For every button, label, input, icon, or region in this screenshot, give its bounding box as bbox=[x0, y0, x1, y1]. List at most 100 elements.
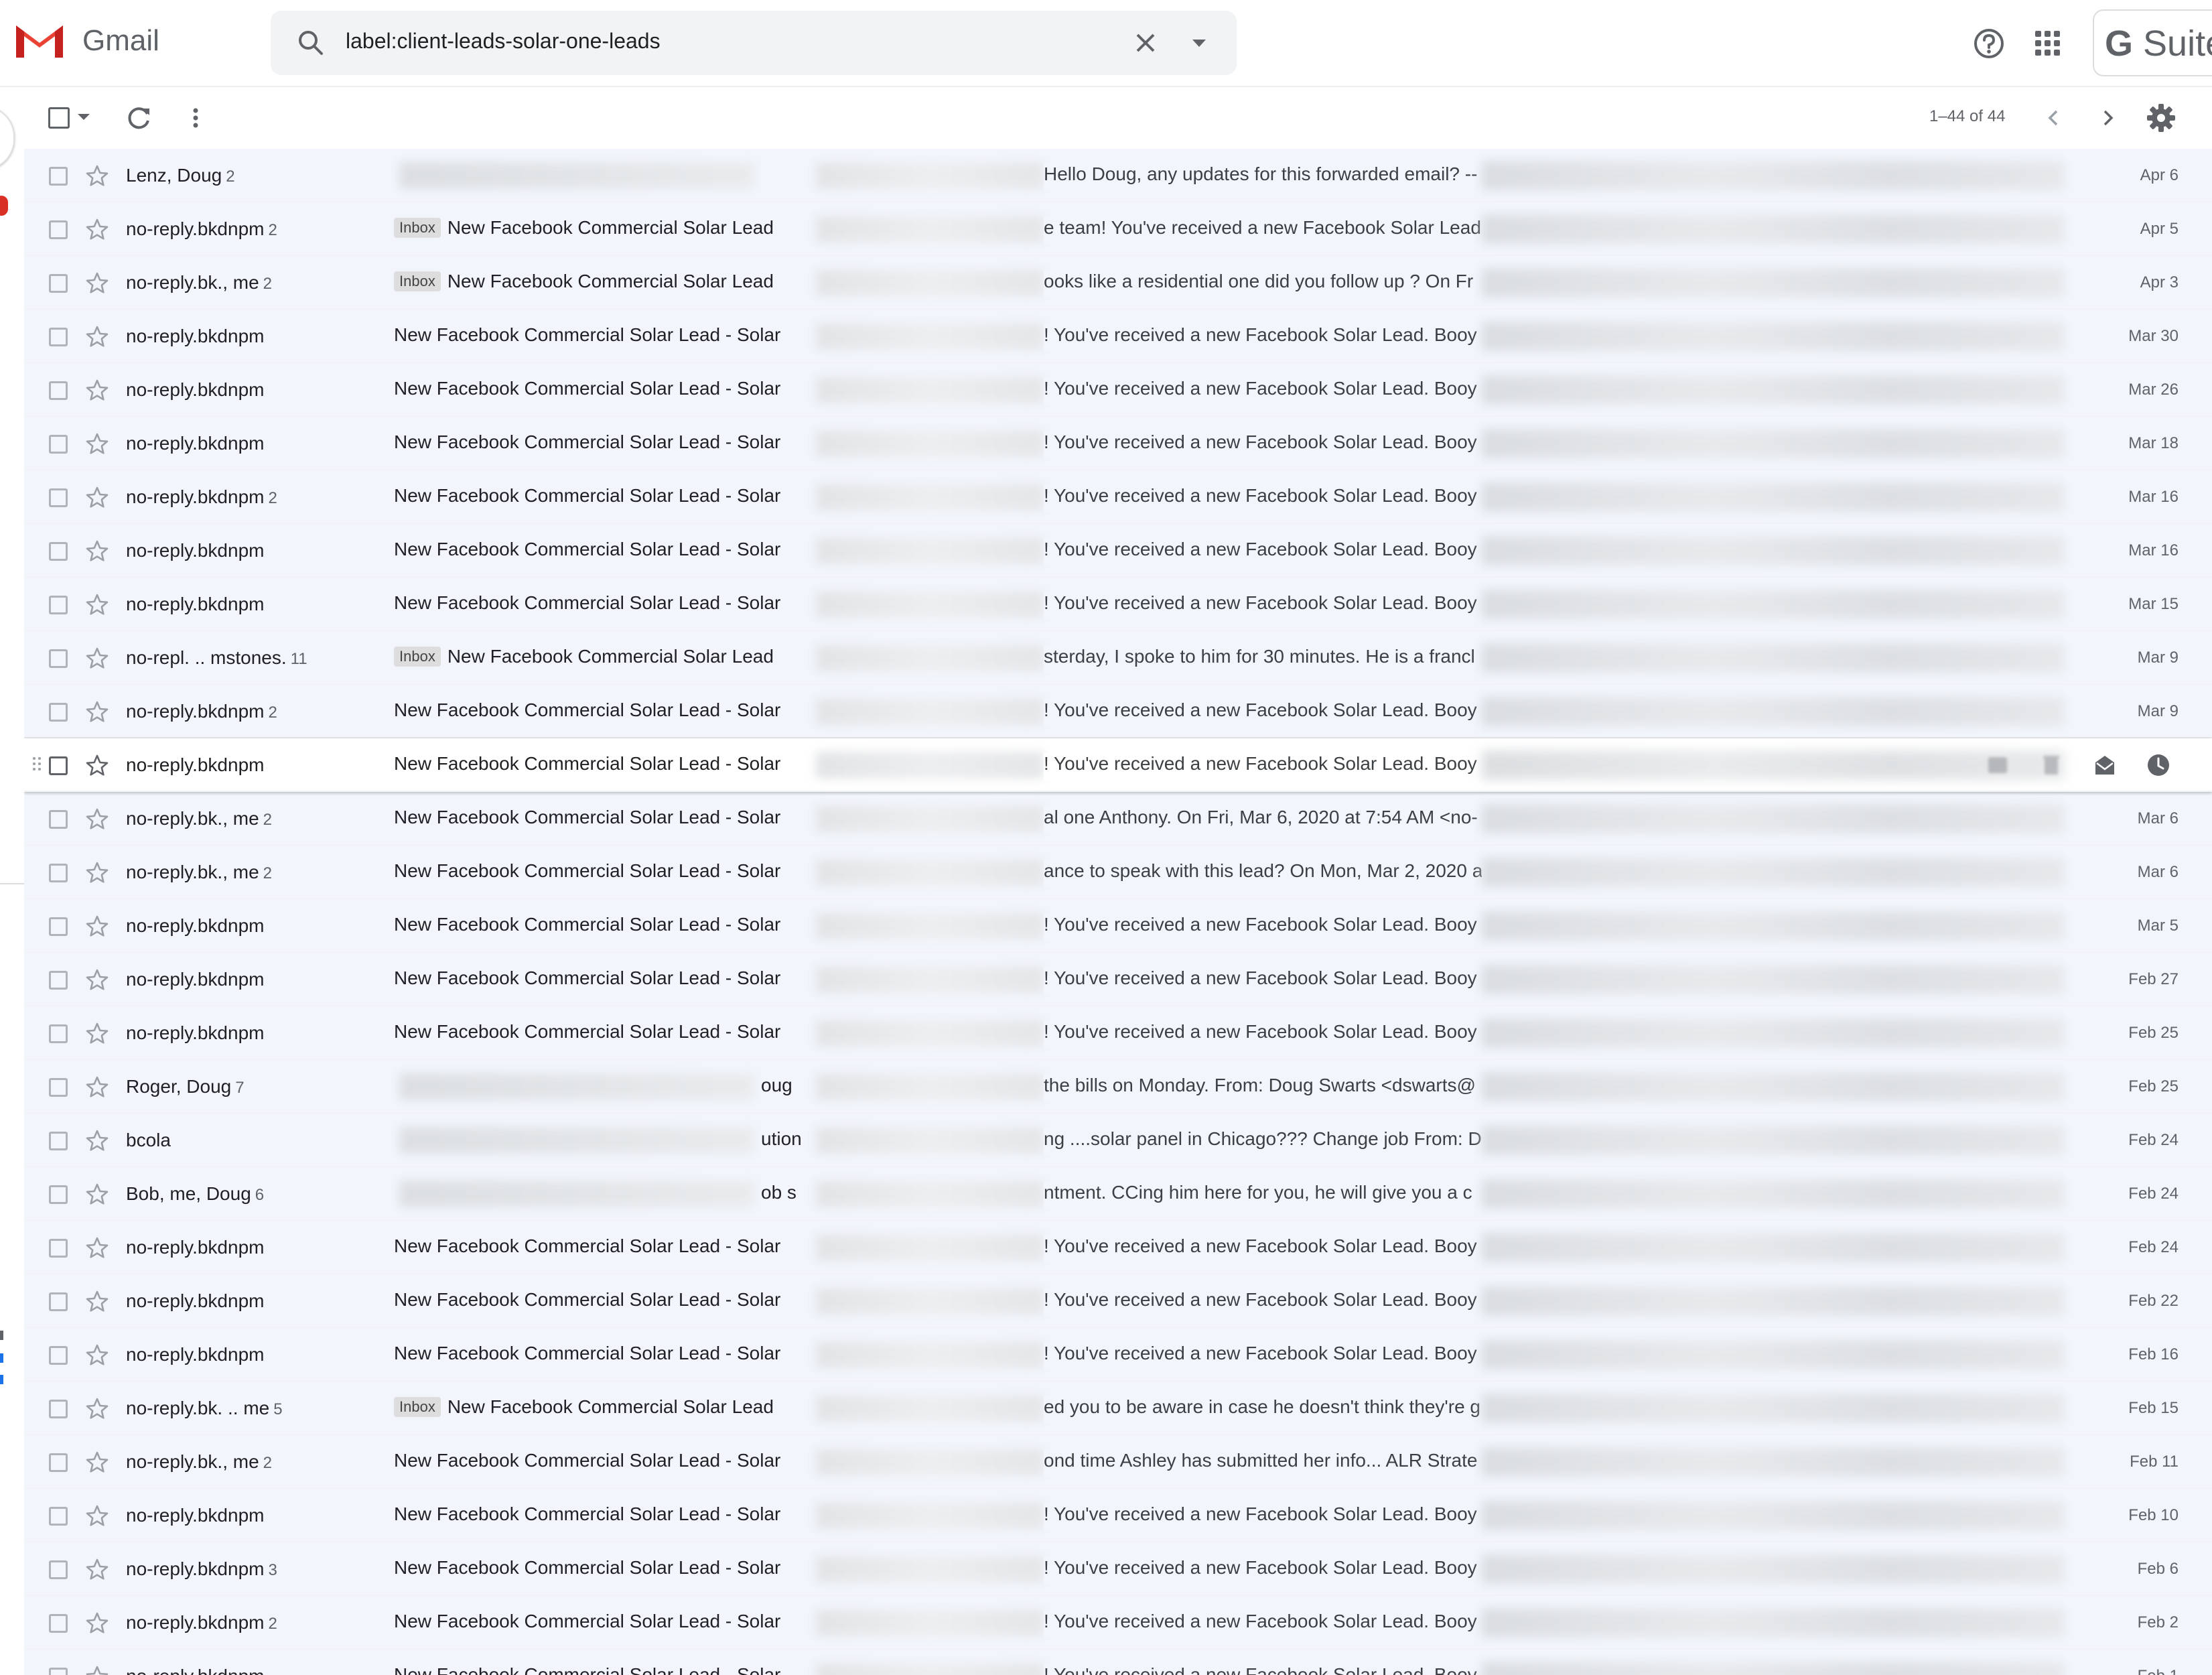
row-checkbox[interactable] bbox=[49, 810, 68, 829]
row-checkbox[interactable] bbox=[49, 1078, 68, 1097]
help-icon[interactable] bbox=[1972, 27, 2006, 60]
row-checkbox[interactable] bbox=[49, 703, 68, 722]
row-checkbox[interactable] bbox=[49, 167, 68, 186]
inbox-label-badge[interactable]: Inbox bbox=[394, 1397, 441, 1417]
email-row[interactable]: no-reply.bk., me 2 Inbox New Facebook Comme… bbox=[24, 256, 2212, 310]
star-icon[interactable] bbox=[84, 1664, 110, 1675]
select-all-checkbox[interactable] bbox=[48, 107, 70, 129]
gsuite-button[interactable]: G Suite bbox=[2093, 9, 2212, 76]
email-row[interactable]: no-reply.bkdnpm New Facebook Commercial S… bbox=[24, 1006, 2212, 1060]
row-checkbox[interactable] bbox=[49, 971, 68, 990]
star-icon[interactable] bbox=[84, 860, 110, 886]
snooze-clock-icon[interactable] bbox=[2145, 752, 2172, 779]
star-icon[interactable] bbox=[84, 1450, 110, 1475]
star-icon[interactable] bbox=[84, 271, 110, 296]
star-icon[interactable] bbox=[84, 1021, 110, 1047]
apps-grid-icon[interactable] bbox=[2032, 28, 2063, 59]
chevron-left-icon[interactable] bbox=[2041, 105, 2067, 131]
row-checkbox[interactable] bbox=[49, 220, 68, 239]
email-row[interactable]: no-reply.bkdnpm New Facebook Commercial S… bbox=[24, 310, 2212, 363]
email-row[interactable]: no-reply.bkdnpm New Facebook Commercial S… bbox=[24, 524, 2212, 578]
star-icon[interactable] bbox=[84, 1075, 110, 1100]
row-checkbox[interactable] bbox=[49, 1560, 68, 1579]
row-checkbox[interactable] bbox=[49, 1132, 68, 1150]
inbox-label-badge[interactable]: Inbox bbox=[394, 271, 441, 291]
email-row[interactable]: no-reply.bkdnpm 2 New Facebook Commercial … bbox=[24, 470, 2212, 524]
row-checkbox[interactable] bbox=[49, 1239, 68, 1258]
search-bar[interactable]: label:client-leads-solar-one-leads bbox=[271, 11, 1237, 75]
drag-handle-icon[interactable] bbox=[32, 756, 42, 775]
email-row[interactable]: no-reply.bkdnpm 3 New Facebook Commercial … bbox=[24, 1542, 2212, 1596]
refresh-icon[interactable] bbox=[125, 103, 154, 133]
star-icon[interactable] bbox=[84, 967, 110, 993]
sidebar-link-fragment[interactable] bbox=[0, 1375, 3, 1384]
inbox-label-badge[interactable]: Inbox bbox=[394, 218, 441, 238]
gmail-brand-text[interactable]: Gmail bbox=[82, 24, 159, 58]
email-row[interactable]: no-reply.bkdnpm New Facebook Commercial S… bbox=[24, 1274, 2212, 1328]
star-icon[interactable] bbox=[84, 1396, 110, 1422]
email-row[interactable]: no-reply.bkdnpm New Facebook Commercial S… bbox=[24, 1328, 2212, 1382]
row-checkbox[interactable] bbox=[49, 1453, 68, 1472]
row-checkbox[interactable] bbox=[49, 542, 68, 561]
email-row[interactable]: no-reply.bkdnpm New Facebook Commercial S… bbox=[24, 953, 2212, 1006]
inbox-label-badge[interactable]: Inbox bbox=[394, 647, 441, 667]
email-row[interactable]: no-reply.bkdnpm New Facebook Commercial S… bbox=[24, 1650, 2212, 1675]
row-checkbox[interactable] bbox=[49, 1614, 68, 1633]
email-row[interactable]: no-reply.bkdnpm New Facebook Commercial S… bbox=[24, 1489, 2212, 1542]
row-checkbox[interactable] bbox=[49, 1024, 68, 1043]
email-row[interactable]: no-reply.bk., me 2 New Facebook Commercial… bbox=[24, 792, 2212, 846]
star-icon[interactable] bbox=[84, 485, 110, 511]
email-row[interactable]: no-reply.bkdnpm New Facebook Commercial S… bbox=[24, 363, 2212, 417]
star-icon[interactable] bbox=[84, 807, 110, 832]
email-row[interactable]: bcola ution ng ....solar panel in Chicago?… bbox=[24, 1114, 2212, 1167]
row-checkbox[interactable] bbox=[49, 1346, 68, 1365]
search-input[interactable]: label:client-leads-solar-one-leads bbox=[346, 29, 661, 54]
star-icon[interactable] bbox=[84, 217, 110, 243]
row-checkbox[interactable] bbox=[49, 435, 68, 454]
delete-icon[interactable] bbox=[2038, 752, 2065, 779]
star-icon[interactable] bbox=[84, 699, 110, 725]
star-icon[interactable] bbox=[84, 1182, 110, 1207]
star-icon[interactable] bbox=[84, 539, 110, 564]
email-row[interactable]: no-reply.bkdnpm 2 Inbox New Facebook Commer… bbox=[24, 202, 2212, 256]
email-row[interactable]: no-reply.bkdnpm New Facebook Commercial S… bbox=[24, 417, 2212, 470]
email-row[interactable]: no-reply.bkdnpm New Facebook Commercial S… bbox=[24, 578, 2212, 631]
star-icon[interactable] bbox=[84, 1503, 110, 1529]
row-checkbox[interactable] bbox=[49, 274, 68, 293]
star-icon[interactable] bbox=[84, 324, 110, 350]
email-row[interactable]: no-reply.bk., me 2 New Facebook Commercial… bbox=[24, 1435, 2212, 1489]
row-checkbox[interactable] bbox=[49, 756, 68, 775]
sidebar-link-fragment[interactable] bbox=[0, 1353, 3, 1363]
row-checkbox[interactable] bbox=[49, 1292, 68, 1311]
star-icon[interactable] bbox=[84, 1128, 110, 1154]
star-icon[interactable] bbox=[84, 914, 110, 939]
star-icon[interactable] bbox=[84, 431, 110, 457]
email-row[interactable]: no-reply.bkdnpm New Facebook Commercial S… bbox=[24, 1221, 2212, 1274]
row-checkbox[interactable] bbox=[49, 328, 68, 346]
search-options-caret-icon[interactable] bbox=[1183, 27, 1215, 59]
close-icon[interactable] bbox=[1129, 27, 1162, 59]
star-icon[interactable] bbox=[84, 1557, 110, 1583]
star-icon[interactable] bbox=[84, 1611, 110, 1636]
archive-icon[interactable] bbox=[1984, 752, 2011, 779]
row-checkbox[interactable] bbox=[49, 1185, 68, 1204]
mark-as-read-icon[interactable] bbox=[2091, 752, 2118, 779]
search-icon[interactable] bbox=[295, 27, 327, 59]
star-icon[interactable] bbox=[84, 753, 110, 779]
row-checkbox[interactable] bbox=[49, 1507, 68, 1526]
star-icon[interactable] bbox=[84, 592, 110, 618]
gear-icon[interactable] bbox=[2145, 102, 2177, 134]
star-icon[interactable] bbox=[84, 163, 110, 189]
email-row[interactable]: Bob, me, Doug 6 ob s ntment. CCing him here… bbox=[24, 1167, 2212, 1221]
email-row[interactable]: no-reply.bkdnpm 2 New Facebook Commercial … bbox=[24, 685, 2212, 738]
star-icon[interactable] bbox=[84, 378, 110, 403]
star-icon[interactable] bbox=[84, 1343, 110, 1368]
email-row[interactable]: no-reply.bk., me 2 New Facebook Commercial… bbox=[24, 846, 2212, 899]
row-checkbox[interactable] bbox=[49, 864, 68, 882]
more-vert-icon[interactable] bbox=[182, 105, 209, 131]
email-row[interactable]: no-reply.bk. .. me 5 Inbox New Facebook Com… bbox=[24, 1382, 2212, 1435]
gmail-logo[interactable] bbox=[13, 20, 66, 60]
star-icon[interactable] bbox=[84, 646, 110, 671]
email-row[interactable]: Roger, Doug 7 oug the bills on Monday. From… bbox=[24, 1060, 2212, 1114]
row-checkbox[interactable] bbox=[49, 1400, 68, 1418]
